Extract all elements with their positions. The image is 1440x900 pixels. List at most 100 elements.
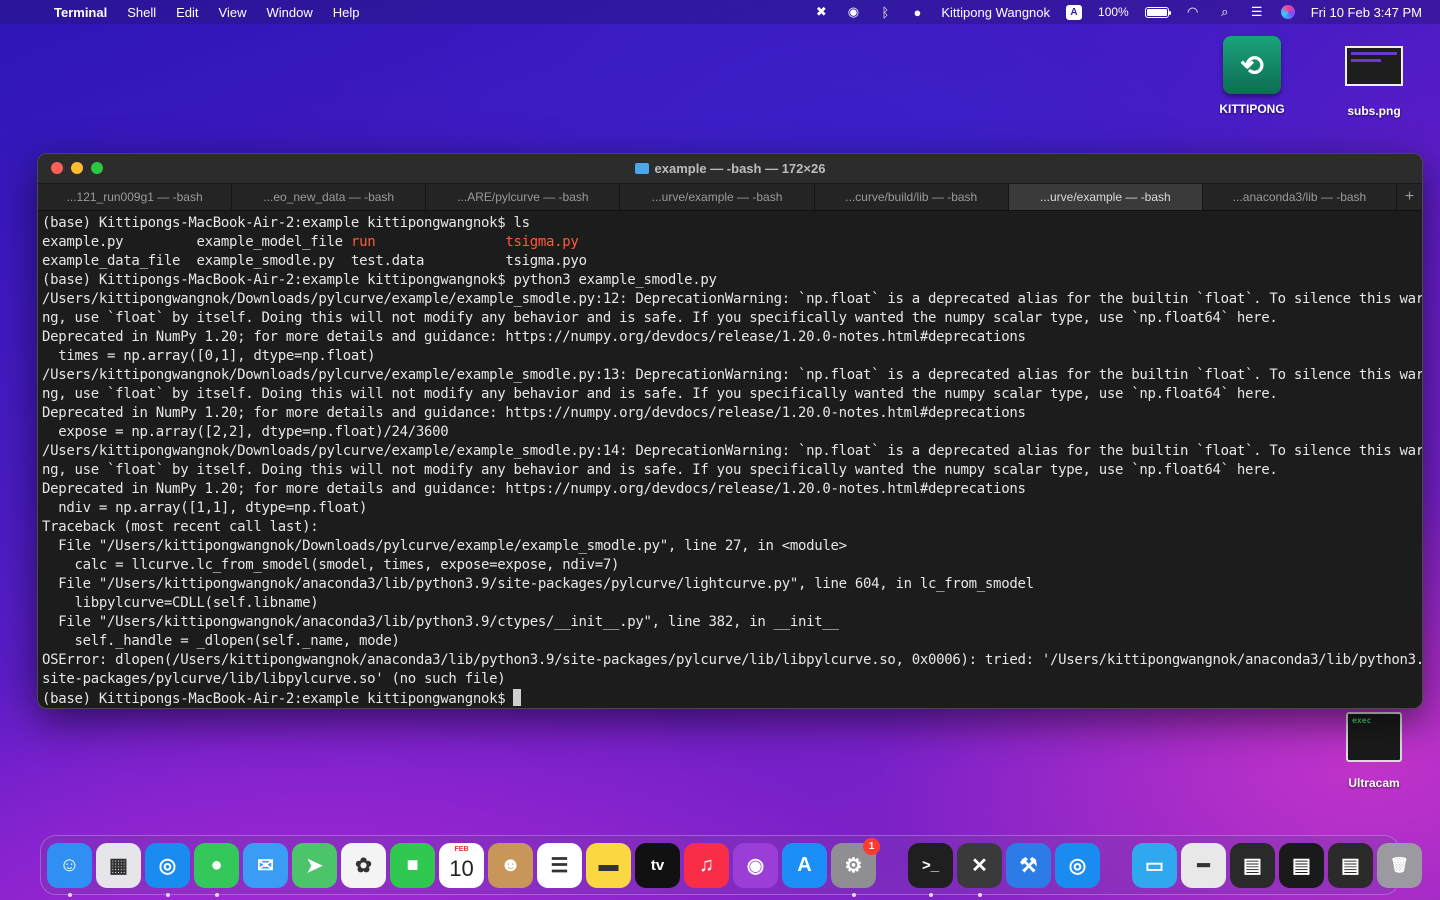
wifi-icon[interactable]: ◠ xyxy=(1185,4,1201,20)
reminders-icon[interactable]: ☰ xyxy=(537,842,582,888)
system-preferences-icon[interactable]: ⚙ 1 xyxy=(831,837,880,897)
terminal-line: libpylcurve=CDLL(self.libname) xyxy=(42,594,1422,613)
window-thumbnail-icon[interactable]: ━ xyxy=(1181,842,1226,888)
terminal-line: ng, use `float` by itself. Doing this wi… xyxy=(42,309,1422,328)
terminal-tab[interactable]: ...curve/build/lib — -bash xyxy=(815,184,1009,210)
mail-icon[interactable]: ✉ xyxy=(243,842,288,888)
terminal-line-text: OSError: dlopen(/Users/kittipongwangnok/… xyxy=(42,652,1422,668)
photos-icon[interactable]: ✿ xyxy=(341,842,386,888)
terminal-line: File "/Users/kittipongwangnok/anaconda3/… xyxy=(42,613,1422,632)
siri-icon[interactable] xyxy=(1280,5,1295,19)
folder-icon xyxy=(634,163,649,174)
running-indicator xyxy=(977,892,982,897)
desktop-icon-label: Ultracam xyxy=(1348,776,1400,790)
x11-icon[interactable]: ✕ xyxy=(957,842,1002,897)
desktop-icon-kittipong[interactable]: ⟲ KITTIPONG xyxy=(1202,36,1302,116)
terminal-line-text: /Users/kittipongwangnok/Downloads/pylcur… xyxy=(42,443,1422,459)
menu-help[interactable]: Help xyxy=(333,5,360,20)
terminal-tab[interactable]: ...eo_new_data — -bash xyxy=(232,184,427,210)
calendar-day: 10 xyxy=(449,856,474,881)
spotlight-search-icon[interactable]: ⌕ xyxy=(1217,4,1233,20)
terminal-tab[interactable]: ...urve/example — -bash xyxy=(620,184,815,210)
terminal-line-text: ng, use `float` by itself. Doing this wi… xyxy=(42,310,1278,326)
new-tab-button[interactable]: + xyxy=(1397,184,1422,210)
menu-app-name[interactable]: Terminal xyxy=(54,5,107,20)
contacts-icon[interactable]: ☻ xyxy=(488,842,533,888)
ls-entry: tsigma.pyo xyxy=(505,253,587,269)
terminal-line: Deprecated in NumPy 1.20; for more detai… xyxy=(42,480,1422,499)
keyboard-maestro-icon[interactable]: ✖ xyxy=(813,4,829,20)
notes-icon-glyph: ▬ xyxy=(598,853,619,876)
menu-view[interactable]: View xyxy=(219,5,247,20)
terminal-icon[interactable]: >_ xyxy=(908,842,953,897)
notes-icon[interactable]: ▬ xyxy=(586,842,631,888)
safari-preview-icon[interactable]: ◎ xyxy=(1055,842,1100,888)
window-thumbnail-icon[interactable]: ▤ xyxy=(1328,842,1373,888)
launchpad-icon[interactable]: ▦ xyxy=(96,842,141,888)
safari-icon[interactable]: ◎ xyxy=(145,842,190,897)
launchpad-icon-glyph: ▦ xyxy=(109,854,128,877)
bluetooth-icon[interactable]: ᛒ xyxy=(877,5,893,20)
running-indicator xyxy=(928,892,933,897)
menu-edit[interactable]: Edit xyxy=(176,5,198,20)
trash-icon[interactable]: 🗑 xyxy=(1377,842,1422,888)
xcode-icon[interactable]: ⚒ xyxy=(1006,842,1051,888)
calendar-month: FEB xyxy=(454,845,469,853)
window-thumbnail-icon[interactable]: ▤ xyxy=(1279,842,1324,888)
maps-icon[interactable]: ➤ xyxy=(292,842,337,888)
window-thumbnail-icon-glyph: ▤ xyxy=(1292,854,1311,877)
xcode-icon-glyph: ⚒ xyxy=(1019,854,1038,877)
x11-icon-glyph: ✕ xyxy=(971,854,988,877)
apple-tv-icon[interactable]: tv xyxy=(635,842,680,888)
terminal-output[interactable]: (base) Kittipongs-MacBook-Air-2:example … xyxy=(38,211,1422,708)
time-machine-icon: ⟲ xyxy=(1223,36,1281,94)
terminal-tab-active[interactable]: ...urve/example — -bash xyxy=(1008,184,1203,210)
terminal-tab[interactable]: ...121_run009g1 — -bash xyxy=(38,184,233,210)
podcasts-icon[interactable]: ◉ xyxy=(733,842,778,888)
zoom-button[interactable] xyxy=(91,162,103,174)
user-name[interactable]: Kittipong Wangnok xyxy=(941,5,1050,20)
terminal-prompt-line: (base) Kittipongs-MacBook-Air-2:example … xyxy=(42,689,1422,708)
battery-percent[interactable]: 100% xyxy=(1098,5,1129,19)
terminal-line-text: File "/Users/kittipongwangnok/Downloads/… xyxy=(42,538,847,554)
terminal-line-text: ng, use `float` by itself. Doing this wi… xyxy=(42,462,1278,478)
running-indicator xyxy=(214,892,219,897)
facetime-icon[interactable]: ■ xyxy=(390,842,435,888)
terminal-line: (base) Kittipongs-MacBook-Air-2:example … xyxy=(42,214,1422,233)
grammarly-icon[interactable]: ◉ xyxy=(845,4,861,20)
app-store-icon[interactable]: A xyxy=(782,842,827,888)
calendar-icon[interactable]: FEB 10 xyxy=(439,842,484,888)
terminal-line: (base) Kittipongs-MacBook-Air-2:example … xyxy=(42,271,1422,290)
minimize-button[interactable] xyxy=(71,162,83,174)
window-thumbnail-icon-glyph: ▤ xyxy=(1341,854,1360,877)
input-source-icon[interactable]: A xyxy=(1066,4,1083,20)
app-store-icon-glyph: A xyxy=(797,853,812,876)
menu-shell[interactable]: Shell xyxy=(127,5,156,20)
ls-entry: test.data xyxy=(350,253,425,269)
control-center-icon[interactable]: ☰ xyxy=(1249,4,1265,20)
terminal-line-text: Deprecated in NumPy 1.20; for more detai… xyxy=(42,405,1026,421)
terminal-line: /Users/kittipongwangnok/Downloads/pylcur… xyxy=(42,366,1422,385)
terminal-line-text: File "/Users/kittipongwangnok/anaconda3/… xyxy=(42,576,1034,592)
terminal-tab[interactable]: ...anaconda3/lib — -bash xyxy=(1203,184,1398,210)
music-icon[interactable]: ♫ xyxy=(684,842,729,888)
desktop-icon-ultracam[interactable]: exec Ultracam xyxy=(1324,712,1424,790)
ls-output-row: example.py example_model_file run tsigma… xyxy=(42,233,1422,252)
terminal-line-text: calc = llcurve.lc_from_smodel(smodel, ti… xyxy=(42,557,620,573)
terminal-line: times = np.array([0,1], dtype=np.float) xyxy=(42,347,1422,366)
window-thumbnail-icon[interactable]: ▤ xyxy=(1230,842,1275,888)
menu-clock[interactable]: Fri 10 Feb 3:47 PM xyxy=(1311,5,1422,20)
desktop-icon-subs-png[interactable]: subs.png xyxy=(1324,36,1424,118)
user-icon[interactable]: ● xyxy=(909,5,925,20)
podcasts-icon-glyph: ◉ xyxy=(746,854,765,877)
apple-tv-icon-glyph: tv xyxy=(650,856,665,874)
folder-icon[interactable]: ▭ xyxy=(1132,842,1177,888)
terminal-tab[interactable]: ...ARE/pylcurve — -bash xyxy=(426,184,621,210)
window-titlebar[interactable]: example — -bash — 172×26 xyxy=(38,154,1422,183)
battery-icon[interactable] xyxy=(1144,6,1171,18)
menu-window[interactable]: Window xyxy=(267,5,313,20)
close-button[interactable] xyxy=(51,162,63,174)
finder-icon[interactable]: ☺ xyxy=(47,842,92,897)
messages-icon[interactable]: ● xyxy=(194,842,239,897)
terminal-line: File "/Users/kittipongwangnok/Downloads/… xyxy=(42,537,1422,556)
